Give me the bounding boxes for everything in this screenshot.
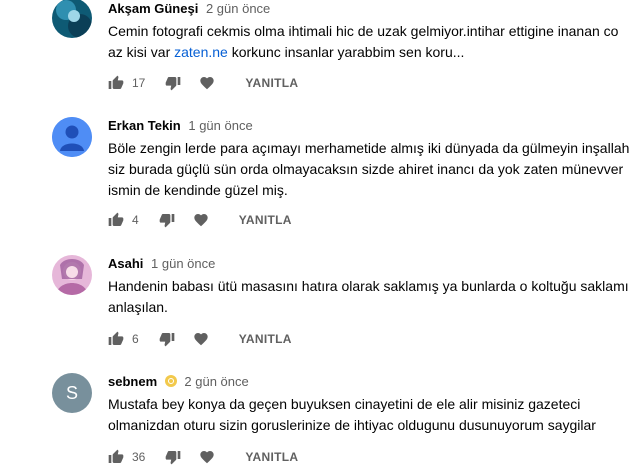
comment-text-line: Böle zengin lerde para açımayı merhameti… xyxy=(108,140,630,156)
comment-header: sebnem 2 gün önce xyxy=(108,374,249,389)
reply-button[interactable]: YANITLA xyxy=(239,332,292,346)
avatar-letter: S xyxy=(65,382,78,403)
comment-text: Handenin babası ütü masasını hatıra olar… xyxy=(108,276,629,318)
comment-time[interactable]: 2 gün önce xyxy=(206,1,270,16)
thumb-up-icon[interactable] xyxy=(108,75,124,91)
comment-actions: 6 YANITLA xyxy=(108,329,292,349)
thumb-down-icon[interactable] xyxy=(159,331,175,347)
like-count: 17 xyxy=(132,76,146,90)
verified-badge-icon xyxy=(164,375,177,387)
avatar-image xyxy=(52,0,92,38)
reply-button[interactable]: YANITLA xyxy=(245,450,298,464)
author-name[interactable]: Akşam Güneşi xyxy=(108,1,198,16)
comment-text-line: ismin de kendinde güzel miş. xyxy=(108,182,288,198)
avatar[interactable] xyxy=(52,255,92,295)
comment-actions: 36 YANITLA xyxy=(108,447,298,467)
default-avatar-icon xyxy=(52,117,92,157)
avatar[interactable] xyxy=(52,117,92,157)
comment-time[interactable]: 1 gün önce xyxy=(188,118,252,133)
thumb-down-icon[interactable] xyxy=(165,75,181,91)
comment-time[interactable]: 2 gün önce xyxy=(184,374,248,389)
comment-header: Akşam Güneşi 2 gün önce xyxy=(108,1,270,16)
thumb-up-icon[interactable] xyxy=(108,331,124,347)
comment-header: Asahi 1 gün önce xyxy=(108,256,215,271)
like-count: 36 xyxy=(132,450,146,464)
comment-text-line: siz burada güçlü sün orda olmayacaksın s… xyxy=(108,161,624,177)
heart-icon[interactable] xyxy=(199,449,215,465)
heart-icon[interactable] xyxy=(199,75,215,91)
avatar[interactable] xyxy=(52,0,92,38)
comment-actions: 4 YANITLA xyxy=(108,210,292,230)
thumb-down-icon[interactable] xyxy=(159,212,175,228)
avatar[interactable]: S xyxy=(52,373,92,413)
comment-text: Cemin fotografi cekmis olma ihtimali hic… xyxy=(108,21,618,63)
comment-text-line: anlaşılan. xyxy=(108,299,168,315)
like-count: 4 xyxy=(132,213,139,227)
comment-header: Erkan Tekin 1 gün önce xyxy=(108,118,253,133)
heart-icon[interactable] xyxy=(193,212,209,228)
comment-text-part: korkunc insanlar yarabbim sen koru... xyxy=(227,44,465,60)
comment-link[interactable]: zaten.ne xyxy=(174,44,228,60)
comment-actions: 17 YANITLA xyxy=(108,73,298,93)
avatar-image xyxy=(52,255,92,295)
thumb-down-icon[interactable] xyxy=(165,449,181,465)
author-name[interactable]: Asahi xyxy=(108,256,143,271)
heart-icon[interactable] xyxy=(193,331,209,347)
comment-text-part: az kisi var xyxy=(108,44,175,60)
reply-button[interactable]: YANITLA xyxy=(239,213,292,227)
reply-button[interactable]: YANITLA xyxy=(245,76,298,90)
like-count: 6 xyxy=(132,332,139,346)
comment-text-line: Mustafa bey konya da geçen buyuksen cina… xyxy=(108,396,581,412)
comment-text-line: Handenin babası ütü masasını hatıra olar… xyxy=(108,278,629,294)
thumb-up-icon[interactable] xyxy=(108,212,124,228)
comment-text-line: az kisi var zaten.ne korkunc insanlar ya… xyxy=(108,42,618,63)
author-name[interactable]: Erkan Tekin xyxy=(108,118,181,133)
comment-text: Böle zengin lerde para açımayı merhameti… xyxy=(108,138,629,201)
comment-text-line: Cemin fotografi cekmis olma ihtimali hic… xyxy=(108,23,619,39)
thumb-up-icon[interactable] xyxy=(108,449,124,465)
comment-time[interactable]: 1 gün önce xyxy=(151,256,215,271)
comment-text-line: olmanizdan oturu sizin goruslerinize de … xyxy=(108,417,596,433)
author-name[interactable]: sebnem xyxy=(108,374,157,389)
comment-text: Mustafa bey konya da geçen buyuksen cina… xyxy=(108,394,596,436)
